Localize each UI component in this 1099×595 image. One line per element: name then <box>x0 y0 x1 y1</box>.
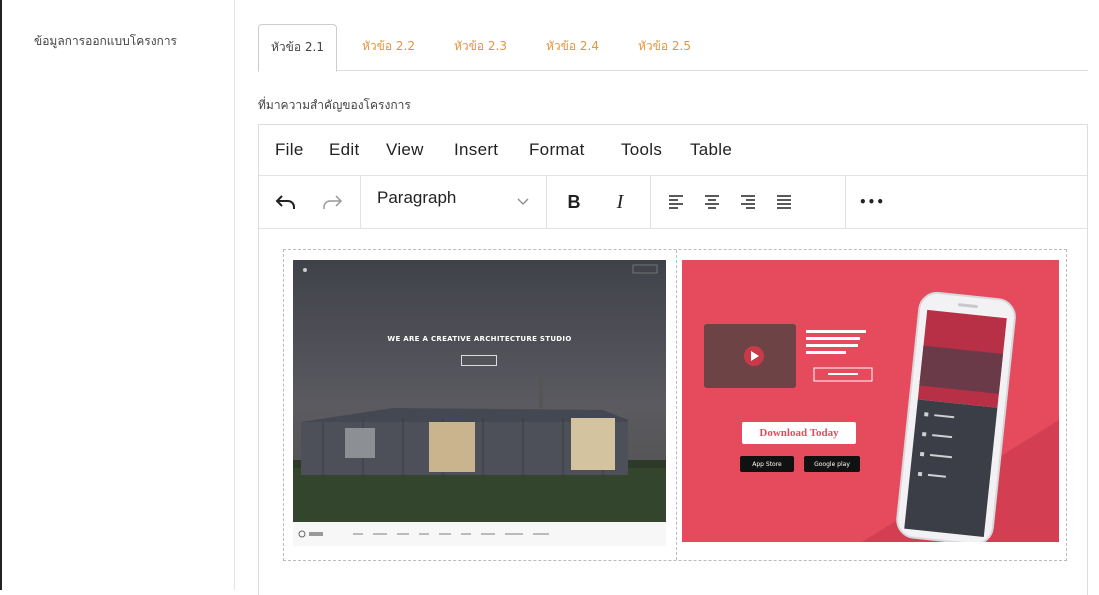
rich-text-editor: File Edit View Insert Format Tools Table… <box>258 124 1088 595</box>
align-right-icon[interactable] <box>737 188 759 216</box>
toolbar-separator <box>546 176 547 228</box>
tab-2-1[interactable]: หัวข้อ 2.1 <box>258 24 337 72</box>
table-cell-divider <box>676 250 677 560</box>
menu-file[interactable]: File <box>275 140 304 160</box>
redo-icon[interactable] <box>319 188 345 216</box>
menu-tools[interactable]: Tools <box>621 140 662 160</box>
menu-view[interactable]: View <box>386 140 424 160</box>
tab-2-2[interactable]: หัวข้อ 2.2 <box>362 24 415 68</box>
image-headline: WE ARE A CREATIVE ARCHITECTURE STUDIO <box>387 335 572 343</box>
section-title: ที่มาความสำคัญของโครงการ <box>258 98 411 112</box>
more-options-button[interactable]: ••• <box>859 188 885 216</box>
editor-content[interactable]: WE ARE A CREATIVE ARCHITECTURE STUDIO Do… <box>259 229 1087 595</box>
app-store-badge: App Store <box>740 456 794 472</box>
menu-insert[interactable]: Insert <box>454 140 498 160</box>
google-play-badge: Google play <box>804 456 860 472</box>
align-center-icon[interactable] <box>701 188 723 216</box>
tab-2-5[interactable]: หัวข้อ 2.5 <box>638 24 691 68</box>
field-label: ข้อมูลการออกแบบโครงการ <box>34 34 177 48</box>
editor-toolbar: Paragraph B I ••• <box>259 176 1087 229</box>
app-promo-image[interactable]: Download Today App Store Google play <box>682 260 1059 542</box>
download-today-button: Download Today <box>742 422 856 444</box>
chevron-down-icon[interactable] <box>513 188 533 216</box>
toolbar-separator <box>845 176 846 228</box>
architecture-website-image[interactable]: WE ARE A CREATIVE ARCHITECTURE STUDIO <box>293 260 666 522</box>
align-left-icon[interactable] <box>665 188 687 216</box>
italic-button[interactable]: I <box>609 188 631 216</box>
page-left-border <box>0 0 8 590</box>
align-justify-icon[interactable] <box>773 188 795 216</box>
bold-button[interactable]: B <box>563 188 585 216</box>
content-table[interactable]: WE ARE A CREATIVE ARCHITECTURE STUDIO Do… <box>283 249 1067 561</box>
image-cta-button <box>461 355 497 366</box>
undo-icon[interactable] <box>273 188 299 216</box>
menu-table[interactable]: Table <box>690 140 732 160</box>
menu-format[interactable]: Format <box>529 140 585 160</box>
menu-edit[interactable]: Edit <box>329 140 360 160</box>
toolbar-separator <box>360 176 361 228</box>
column-divider <box>234 0 235 590</box>
tab-2-4[interactable]: หัวข้อ 2.4 <box>546 24 599 68</box>
block-format-select[interactable]: Paragraph <box>377 188 456 208</box>
architecture-website-footer <box>293 522 666 546</box>
editor-menubar: File Edit View Insert Format Tools Table <box>259 125 1087 176</box>
tab-2-3[interactable]: หัวข้อ 2.3 <box>454 24 507 68</box>
toolbar-separator <box>650 176 651 228</box>
tab-bar: หัวข้อ 2.1 หัวข้อ 2.2 หัวข้อ 2.3 หัวข้อ … <box>258 24 1088 72</box>
